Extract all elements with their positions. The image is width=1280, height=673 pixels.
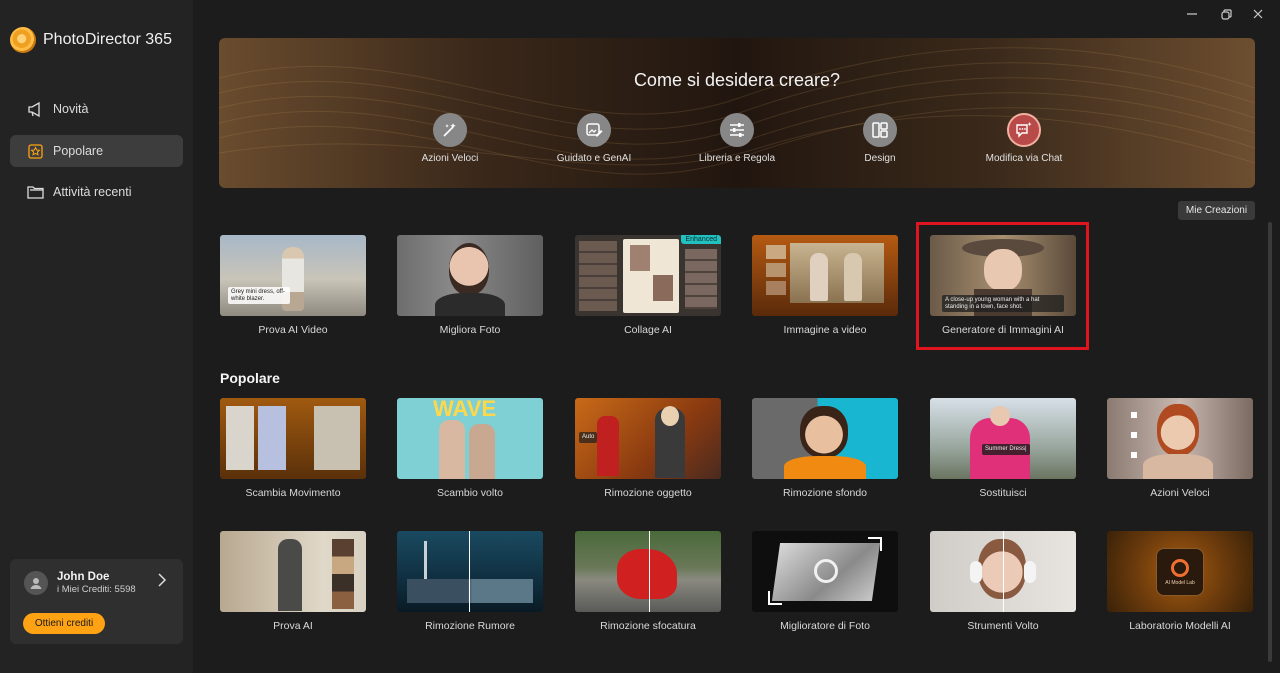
folder-icon: [27, 184, 44, 201]
card-label: Prova AI: [273, 620, 313, 632]
card-thumbnail: AI Model Lab: [1107, 531, 1253, 612]
card-thumbnail: Enhanced: [575, 235, 721, 316]
prompt-tag: Summer Dress|: [982, 444, 1030, 455]
card-scambio-volto[interactable]: WAVE Scambio volto: [397, 398, 543, 499]
card-sostituisci[interactable]: Summer Dress| Sostituisci: [930, 398, 1076, 499]
sidebar-item-popolare[interactable]: Popolare: [10, 135, 183, 167]
banner-title: Come si desidera creare?: [633, 70, 841, 90]
card-rimozione-sfocatura[interactable]: Rimozione sfocatura: [575, 531, 721, 632]
card-azioni-veloci[interactable]: Azioni Veloci: [1107, 398, 1253, 499]
card-label: Rimozione Rumore: [425, 620, 515, 632]
create-banner: Come si desidera creare? Azioni Veloci G…: [219, 38, 1255, 188]
photodirector-logo-icon: [10, 27, 36, 53]
sidebar-item-label: Popolare: [53, 144, 104, 158]
card-label: Sostituisci: [979, 487, 1027, 499]
prompt-tag: Grey mini dress, off-white blazer.: [228, 287, 290, 305]
card-rimozione-rumore[interactable]: Rimozione Rumore: [397, 531, 543, 632]
card-collage-ai[interactable]: Enhanced Collage AI: [575, 235, 721, 336]
card-strumenti-volto[interactable]: Strumenti Volto: [930, 531, 1076, 632]
star-icon: [27, 143, 44, 160]
card-label: Rimozione sfondo: [782, 487, 868, 499]
magic-wand-icon: [433, 113, 467, 147]
card-thumbnail: Auto: [575, 398, 721, 479]
chat-sparkle-icon: [1007, 113, 1041, 147]
card-label: Migliora Foto: [439, 324, 501, 336]
card-immagine-a-video[interactable]: Immagine a video: [752, 235, 898, 336]
banner-item-design[interactable]: Design: [820, 113, 940, 164]
banner-item-libreria-regola[interactable]: Libreria e Regola: [677, 113, 797, 164]
card-thumbnail: WAVE: [397, 398, 543, 479]
ai-model-lab-icon: AI Model Lab: [1156, 548, 1204, 596]
enhanced-badge: Enhanced: [681, 235, 721, 244]
sidebar: PhotoDirector 365 Novità Popolare Attivi…: [0, 0, 193, 673]
card-thumbnail: [220, 398, 366, 479]
get-credits-button[interactable]: Ottieni crediti: [23, 613, 105, 634]
card-thumbnail: [397, 235, 543, 316]
my-creations-button[interactable]: Mie Creazioni: [1178, 201, 1255, 220]
sidebar-item-novita[interactable]: Novità: [10, 93, 183, 125]
banner-item-label: Modifica via Chat: [985, 153, 1063, 164]
card-label: Scambia Movimento: [245, 487, 341, 499]
restore-icon[interactable]: [1218, 6, 1234, 22]
layout-icon: [863, 113, 897, 147]
card-scambia-movimento[interactable]: Scambia Movimento: [220, 398, 366, 499]
wave-text: WAVE: [433, 398, 497, 421]
card-thumbnail: [930, 531, 1076, 612]
card-label: Immagine a video: [783, 324, 867, 336]
card-thumbnail: [220, 531, 366, 612]
card-label: Scambio volto: [437, 487, 503, 499]
banner-item-guidato-genai[interactable]: Guidato e GenAI: [534, 113, 654, 164]
avatar[interactable]: [24, 571, 48, 595]
popular-section-title: Popolare: [220, 370, 280, 386]
scrollbar[interactable]: [1268, 222, 1272, 662]
account-panel: John Doe i Miei Crediti: 5598 Ottieni cr…: [10, 559, 183, 644]
card-prova-ai-video[interactable]: Grey mini dress, off-white blazer. Prova…: [220, 235, 366, 336]
auto-tag: Auto: [579, 432, 598, 443]
close-icon[interactable]: [1250, 6, 1266, 22]
user-credits: i Miei Crediti: 5598: [57, 584, 136, 595]
card-migliora-foto[interactable]: Migliora Foto: [397, 235, 543, 336]
ai-model-lab-text: AI Model Lab: [1165, 579, 1195, 586]
megaphone-icon: [27, 101, 44, 118]
card-thumbnail: [752, 398, 898, 479]
card-label: Prova AI Video: [258, 324, 328, 336]
selection-highlight: [916, 222, 1089, 350]
card-rimozione-oggetto[interactable]: Auto Rimozione oggetto: [575, 398, 721, 499]
banner-item-label: Design: [864, 153, 896, 164]
sliders-icon: [720, 113, 754, 147]
minimize-icon[interactable]: [1184, 6, 1200, 22]
card-thumbnail: [1107, 398, 1253, 479]
card-label: Rimozione sfocatura: [600, 620, 696, 632]
card-label: Azioni Veloci: [1150, 487, 1210, 499]
card-thumbnail: [752, 235, 898, 316]
user-name: John Doe: [57, 571, 110, 583]
card-thumbnail: Grey mini dress, off-white blazer.: [220, 235, 366, 316]
edit-image-icon: [577, 113, 611, 147]
banner-item-label: Azioni Veloci: [421, 153, 479, 164]
card-label: Collage AI: [624, 324, 672, 336]
card-label: Laboratorio Modelli AI: [1129, 620, 1231, 632]
card-prova-ai[interactable]: Prova AI: [220, 531, 366, 632]
app-logo: PhotoDirector 365: [10, 27, 172, 53]
card-thumbnail: [752, 531, 898, 612]
sidebar-item-label: Novità: [53, 102, 89, 116]
banner-item-azioni-veloci[interactable]: Azioni Veloci: [390, 113, 510, 164]
banner-item-label: Guidato e GenAI: [556, 153, 632, 164]
card-laboratorio-modelli-ai[interactable]: AI Model Lab Laboratorio Modelli AI: [1107, 531, 1253, 632]
app-title: PhotoDirector 365: [43, 31, 172, 48]
card-label: Rimozione oggetto: [604, 487, 692, 499]
card-rimozione-sfondo[interactable]: Rimozione sfondo: [752, 398, 898, 499]
card-miglioratore-foto[interactable]: Miglioratore di Foto: [752, 531, 898, 632]
card-label: Miglioratore di Foto: [780, 620, 870, 632]
card-thumbnail: [575, 531, 721, 612]
banner-item-modifica-chat[interactable]: Modifica via Chat: [964, 113, 1084, 164]
banner-item-label: Libreria e Regola: [698, 153, 776, 164]
chevron-right-icon[interactable]: [157, 573, 167, 592]
sidebar-item-attivita-recenti[interactable]: Attività recenti: [10, 176, 183, 208]
card-thumbnail: Summer Dress|: [930, 398, 1076, 479]
card-thumbnail: [397, 531, 543, 612]
card-label: Strumenti Volto: [967, 620, 1039, 632]
sidebar-item-label: Attività recenti: [53, 185, 132, 199]
